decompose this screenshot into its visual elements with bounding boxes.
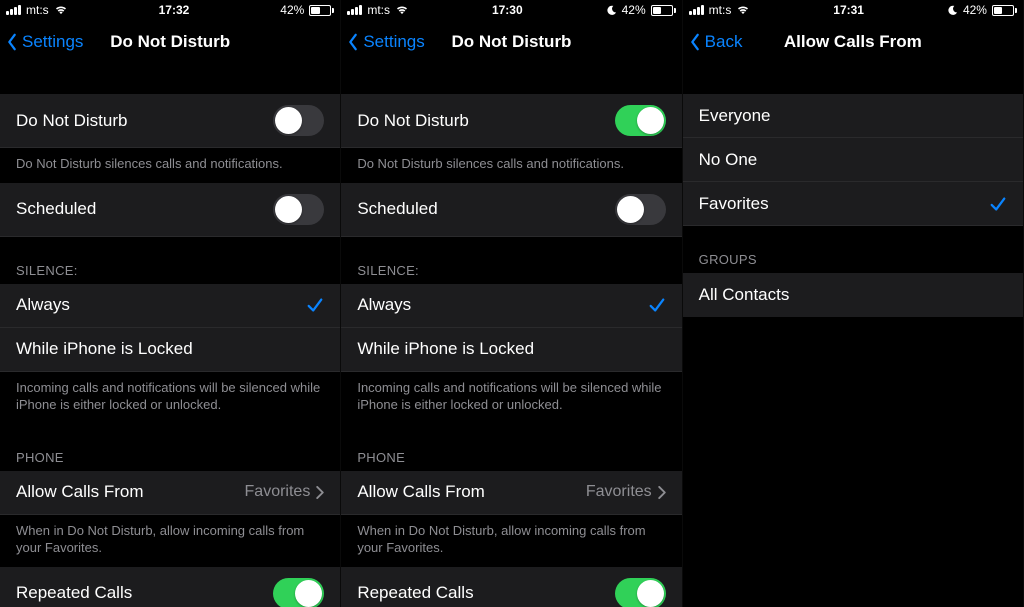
moon-icon <box>947 5 958 16</box>
content: Do Not Disturb Do Not Disturb silences c… <box>0 64 340 607</box>
back-label: Back <box>705 32 743 52</box>
status-bar: mt:s 17:31 42% <box>683 0 1023 20</box>
allow-option-everyone[interactable]: Everyone <box>683 94 1023 138</box>
signal-bars-icon <box>6 5 21 15</box>
option-label: Everyone <box>699 106 771 126</box>
chevron-left-icon <box>689 33 701 51</box>
allow-calls-label: Allow Calls From <box>16 482 144 502</box>
allow-calls-footer: When in Do Not Disturb, allow incoming c… <box>341 515 681 567</box>
screen-allow-calls: mt:s 17:31 42% Back Allow Calls From Eve… <box>683 0 1024 607</box>
allow-calls-label: Allow Calls From <box>357 482 485 502</box>
dnd-toggle-row[interactable]: Do Not Disturb <box>341 94 681 148</box>
screen-dnd-on: mt:s 17:30 42% Settings Do Not Disturb D… <box>341 0 682 607</box>
wifi-icon <box>395 5 409 15</box>
option-label: Favorites <box>699 194 769 214</box>
silence-footer: Incoming calls and notifications will be… <box>341 372 681 424</box>
carrier-label: mt:s <box>709 3 732 17</box>
check-icon <box>989 195 1007 213</box>
check-icon <box>648 296 666 314</box>
battery-icon <box>651 5 676 16</box>
silence-footer: Incoming calls and notifications will be… <box>0 372 340 424</box>
back-label: Settings <box>22 32 83 52</box>
scheduled-switch[interactable] <box>273 194 324 225</box>
silence-option-label: Always <box>357 295 411 315</box>
phone-header: PHONE <box>0 424 340 471</box>
scheduled-label: Scheduled <box>357 199 437 219</box>
scheduled-label: Scheduled <box>16 199 96 219</box>
repeated-calls-row[interactable]: Repeated Calls <box>0 567 340 607</box>
back-button[interactable]: Back <box>689 32 743 52</box>
back-button[interactable]: Settings <box>6 32 83 52</box>
chevron-left-icon <box>6 33 18 51</box>
status-time: 17:31 <box>833 3 864 17</box>
wifi-icon <box>54 5 68 15</box>
allow-calls-footer: When in Do Not Disturb, allow incoming c… <box>0 515 340 567</box>
allow-option-favorites[interactable]: Favorites <box>683 182 1023 226</box>
group-all-contacts[interactable]: All Contacts <box>683 273 1023 317</box>
dnd-footer: Do Not Disturb silences calls and notifi… <box>0 148 340 183</box>
wifi-icon <box>736 5 750 15</box>
allow-calls-row[interactable]: Allow Calls From Favorites <box>0 471 340 515</box>
nav-bar: Back Allow Calls From <box>683 20 1023 64</box>
carrier-label: mt:s <box>26 3 49 17</box>
battery-icon <box>992 5 1017 16</box>
phone-header: PHONE <box>341 424 681 471</box>
status-bar: mt:s 17:30 42% <box>341 0 681 20</box>
allow-calls-value: Favorites <box>245 483 311 501</box>
silence-header: SILENCE: <box>341 237 681 284</box>
silence-option-locked[interactable]: While iPhone is Locked <box>0 328 340 372</box>
groups-header: GROUPS <box>683 226 1023 273</box>
status-time: 17:32 <box>159 3 190 17</box>
silence-option-locked[interactable]: While iPhone is Locked <box>341 328 681 372</box>
battery-icon <box>309 5 334 16</box>
status-bar: mt:s 17:32 42% <box>0 0 340 20</box>
status-time: 17:30 <box>492 3 523 17</box>
chevron-right-icon <box>316 486 324 499</box>
dnd-label: Do Not Disturb <box>357 111 468 131</box>
dnd-switch[interactable] <box>615 105 666 136</box>
signal-bars-icon <box>347 5 362 15</box>
dnd-footer: Do Not Disturb silences calls and notifi… <box>341 148 681 183</box>
signal-bars-icon <box>689 5 704 15</box>
scheduled-row[interactable]: Scheduled <box>0 183 340 237</box>
repeated-calls-row[interactable]: Repeated Calls <box>341 567 681 607</box>
dnd-switch[interactable] <box>273 105 324 136</box>
battery-percent: 42% <box>280 3 304 17</box>
silence-header: SILENCE: <box>0 237 340 284</box>
content: Everyone No One Favorites GROUPS All Con… <box>683 64 1023 607</box>
back-label: Settings <box>363 32 424 52</box>
moon-icon <box>606 5 617 16</box>
nav-bar: Settings Do Not Disturb <box>341 20 681 64</box>
back-button[interactable]: Settings <box>347 32 424 52</box>
scheduled-switch[interactable] <box>615 194 666 225</box>
silence-option-label: While iPhone is Locked <box>357 339 534 359</box>
silence-option-label: Always <box>16 295 70 315</box>
silence-option-always[interactable]: Always <box>0 284 340 328</box>
repeated-calls-switch[interactable] <box>273 578 324 607</box>
option-label: No One <box>699 150 758 170</box>
silence-option-label: While iPhone is Locked <box>16 339 193 359</box>
dnd-toggle-row[interactable]: Do Not Disturb <box>0 94 340 148</box>
repeated-calls-label: Repeated Calls <box>357 583 473 603</box>
screen-dnd-off: mt:s 17:32 42% Settings Do Not Disturb D… <box>0 0 341 607</box>
allow-calls-row[interactable]: Allow Calls From Favorites <box>341 471 681 515</box>
battery-percent: 42% <box>963 3 987 17</box>
repeated-calls-label: Repeated Calls <box>16 583 132 603</box>
repeated-calls-switch[interactable] <box>615 578 666 607</box>
carrier-label: mt:s <box>367 3 390 17</box>
scheduled-row[interactable]: Scheduled <box>341 183 681 237</box>
allow-option-no-one[interactable]: No One <box>683 138 1023 182</box>
chevron-right-icon <box>658 486 666 499</box>
dnd-label: Do Not Disturb <box>16 111 127 131</box>
content: Do Not Disturb Do Not Disturb silences c… <box>341 64 681 607</box>
nav-bar: Settings Do Not Disturb <box>0 20 340 64</box>
chevron-left-icon <box>347 33 359 51</box>
allow-calls-value: Favorites <box>586 483 652 501</box>
check-icon <box>306 296 324 314</box>
group-label: All Contacts <box>699 285 790 305</box>
silence-option-always[interactable]: Always <box>341 284 681 328</box>
battery-percent: 42% <box>622 3 646 17</box>
